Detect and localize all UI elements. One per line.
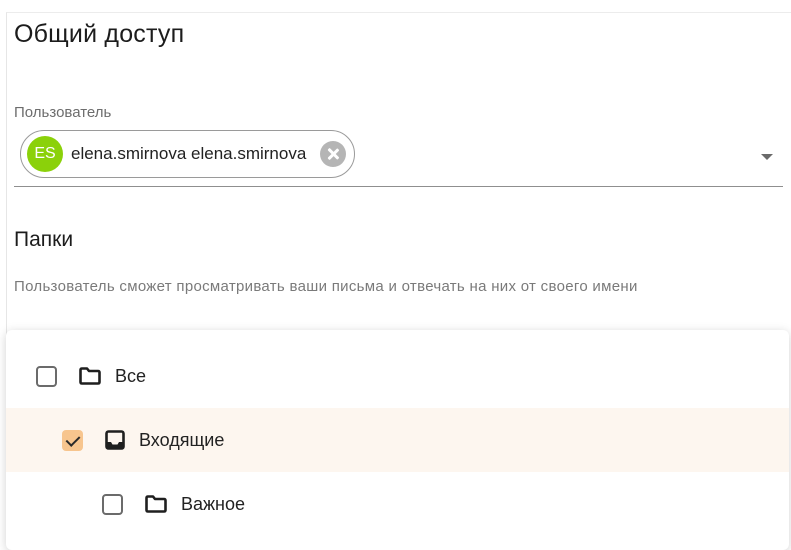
user-chip-label: elena.smirnova elena.smirnova [71, 144, 307, 163]
folder-item-label: Все [115, 365, 147, 386]
checkbox-checked[interactable] [62, 429, 83, 451]
page-title: Общий доступ [14, 20, 185, 48]
close-icon[interactable] [320, 141, 347, 167]
folders-section-title: Папки [14, 228, 74, 251]
user-select[interactable]: ES elena.smirnova elena.smirnova [14, 126, 783, 187]
folder-item-important[interactable]: Важное [6, 472, 789, 536]
folders-section-description: Пользователь сможет просматривать ваши п… [14, 278, 638, 295]
user-chip[interactable]: ES elena.smirnova elena.smirnova [20, 130, 356, 178]
folder-item-all[interactable]: Все [6, 344, 789, 408]
checkbox[interactable] [102, 493, 123, 515]
chevron-down-icon[interactable] [761, 154, 773, 160]
user-field-label: Пользователь [14, 104, 112, 121]
avatar: ES [27, 136, 63, 172]
inbox-icon [105, 430, 125, 450]
folder-item-inbox[interactable]: Входящие [6, 408, 789, 472]
folder-icon [145, 495, 167, 513]
checkbox[interactable] [36, 365, 57, 387]
folder-icon [79, 367, 101, 385]
folder-item-label: Важное [181, 493, 246, 514]
folder-item-label: Входящие [139, 429, 225, 450]
folders-dropdown-menu: Все Входящие Важное [6, 330, 789, 550]
